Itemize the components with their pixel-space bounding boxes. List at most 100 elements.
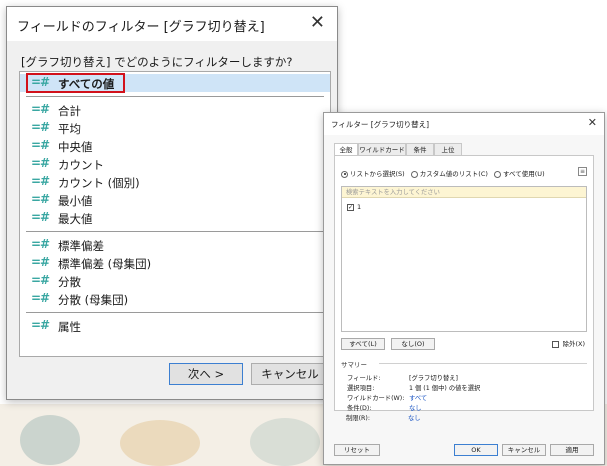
option-max[interactable]: =# 最大値 [20,209,330,227]
radio-label: すべて使用(U) [502,170,545,178]
option-label: 標準偏差 (母集団) [58,257,152,271]
select-none-button[interactable]: なし(O) [391,338,435,350]
summary-title: サマリー [341,361,367,369]
background-shape [250,418,320,466]
option-label: 平均 [58,122,81,136]
tab-top[interactable]: 上位 [434,143,462,155]
general-panel: リストから選択(S) カスタム値のリスト(C) すべて使用(U) ≡ 検索テキス… [334,155,594,412]
radio-icon [493,170,501,178]
measure-hash-icon: =# [31,102,50,116]
next-button[interactable]: 次へ > [169,363,243,385]
radio-icon [341,170,348,178]
exclude-checkbox[interactable]: 除外(X) [552,338,585,348]
summary-value: [グラフ切り替え] [409,375,458,382]
option-sum[interactable]: =# 合計 [20,101,330,119]
option-label: 属性 [58,320,81,334]
dialog-titlebar: フィルター [グラフ切り替え] ✕ [324,113,604,135]
value-listbox[interactable]: 検索テキストを入力してください ✓ 1 [341,186,587,332]
divider [26,231,324,232]
close-icon[interactable]: ✕ [588,116,597,129]
tab-condition[interactable]: 条件 [406,143,434,155]
measure-hash-icon: =# [31,210,50,224]
measure-hash-icon: =# [31,318,50,332]
measure-hash-icon: =# [31,192,50,206]
filter-field-dialog: フィールドのフィルター [グラフ切り替え] ✕ [グラフ切り替え] でどのように… [6,6,338,400]
option-variancep[interactable]: =# 分散 (母集団) [20,290,330,308]
measure-hash-icon: =# [31,120,50,134]
summary-value: 1 個 (1 個中) の値を選択 [409,385,481,392]
exclude-label: 除外(X) [562,340,585,348]
summary-key: フィールド: [347,375,381,382]
summary-row-selection: 選択項目: 1 個 (1 個中) の値を選択 [347,383,480,392]
option-label: 標準偏差 [58,239,104,253]
option-label: 最大値 [58,212,93,226]
radio-icon [410,170,418,178]
cancel-button[interactable]: キャンセル [502,444,546,456]
summary-row-wildcard: ワイルドカード(W): すべて [347,393,427,402]
option-label: 中央値 [58,140,93,154]
summary-link[interactable]: なし [409,405,422,412]
summary-link[interactable]: すべて [409,395,427,402]
summary-row-limit: 制限(R): なし [346,413,421,422]
option-label: カウント (個別) [58,176,140,190]
tab-wildcard[interactable]: ワイルドカード [358,143,406,155]
option-label: 合計 [58,104,81,118]
list-item[interactable]: ✓ 1 [347,203,361,211]
select-all-button[interactable]: すべて(L) [341,338,385,350]
summary-row-condition: 条件(D): なし [347,403,422,412]
option-count-distinct[interactable]: =# カウント (個別) [20,173,330,191]
divider [379,363,587,364]
summary-link[interactable]: なし [408,415,421,422]
option-count[interactable]: =# カウント [20,155,330,173]
apply-button[interactable]: 適用 [550,444,594,456]
option-average[interactable]: =# 平均 [20,119,330,137]
background-shape [20,415,80,465]
radio-select-from-list[interactable]: リストから選択(S) [341,168,405,178]
summary-key: ワイルドカード(W): [347,395,405,402]
summary-row-field: フィールド: [グラフ切り替え] [347,373,458,382]
option-stdevp[interactable]: =# 標準偏差 (母集団) [20,254,330,272]
ok-button[interactable]: OK [454,444,498,456]
option-label: 分散 (母集団) [58,293,129,307]
measure-hash-icon: =# [31,291,50,305]
measure-hash-icon: =# [31,237,50,251]
option-median[interactable]: =# 中央値 [20,137,330,155]
dialog-title: フィールドのフィルター [グラフ切り替え] [17,20,265,35]
measure-hash-icon: =# [31,174,50,188]
option-variance[interactable]: =# 分散 [20,272,330,290]
option-label: カウント [58,158,104,172]
summary-key: 制限(R): [346,415,371,422]
search-input[interactable]: 検索テキストを入力してください [342,187,586,198]
background-shape [120,420,200,466]
checkbox-checked-icon[interactable]: ✓ [347,203,354,211]
highlight-box [26,73,125,93]
summary-key: 条件(D): [347,405,372,412]
option-attribute[interactable]: =# 属性 [20,317,330,335]
option-min[interactable]: =# 最小値 [20,191,330,209]
filter-dialog: フィルター [グラフ切り替え] ✕ 全般 ワイルドカード 条件 上位 リストから… [323,112,605,465]
reset-button[interactable]: リセット [334,444,380,456]
list-menu-icon[interactable]: ≡ [578,167,587,176]
dialog-title: フィルター [グラフ切り替え] [331,120,430,129]
option-stdev[interactable]: =# 標準偏差 [20,236,330,254]
measure-hash-icon: =# [31,138,50,152]
filter-question: [グラフ切り替え] でどのようにフィルターしますか? [21,55,293,69]
item-label: 1 [357,203,362,211]
divider [26,96,324,97]
option-label: 分散 [58,275,81,289]
radio-use-all[interactable]: すべて使用(U) [493,168,545,178]
cancel-button[interactable]: キャンセル [251,363,329,385]
aggregation-list[interactable]: =# すべての値 =# 合計 =# 平均 =# 中央値 =# カウント =# カ… [19,71,331,357]
measure-hash-icon: =# [31,156,50,170]
selection-mode-radios: リストから選択(S) カスタム値のリスト(C) すべて使用(U) [341,168,549,178]
measure-hash-icon: =# [31,255,50,269]
divider [26,312,324,313]
radio-label: カスタム値のリスト(C) [419,170,488,178]
checkbox-icon [552,340,560,348]
measure-hash-icon: =# [31,273,50,287]
close-icon[interactable]: ✕ [310,13,325,33]
radio-label: リストから選択(S) [350,170,405,178]
radio-custom-list[interactable]: カスタム値のリスト(C) [410,168,488,178]
dialog-titlebar: フィールドのフィルター [グラフ切り替え] ✕ [7,7,337,41]
option-label: 最小値 [58,194,93,208]
